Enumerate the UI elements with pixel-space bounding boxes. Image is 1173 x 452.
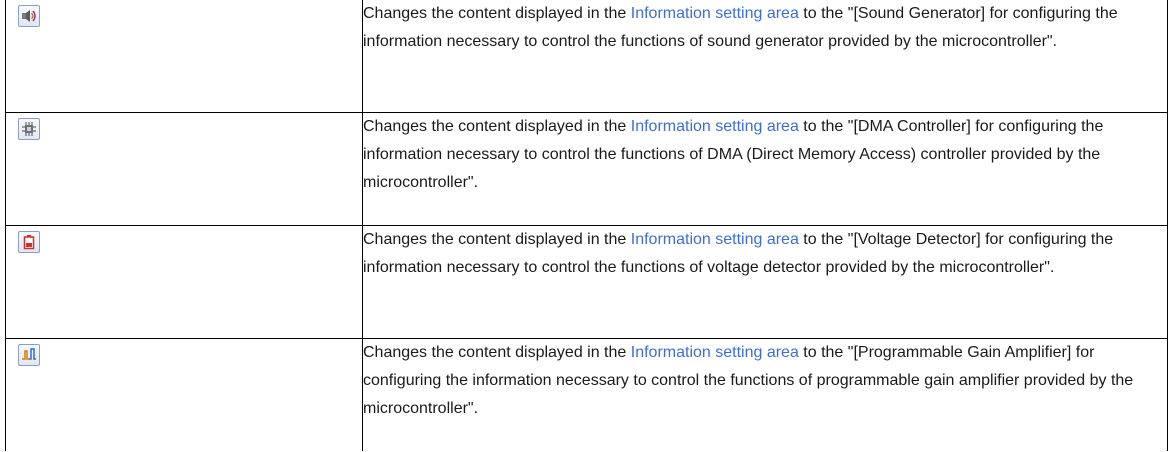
description-text: Changes the content displayed in the [363, 5, 631, 22]
sound-generator-icon[interactable] [18, 5, 40, 27]
table-row: Changes the content displayed in the Inf… [5, 338, 1168, 451]
description-text: Changes the content displayed in the [363, 231, 631, 248]
information-setting-area-link[interactable]: Information setting area [631, 5, 799, 22]
table-row: Changes the content displayed in the Inf… [5, 0, 1168, 113]
icon-cell [5, 112, 363, 226]
information-setting-area-link[interactable]: Information setting area [631, 344, 799, 361]
description-cell: Changes the content displayed in the Inf… [362, 338, 1168, 451]
description-cell: Changes the content displayed in the Inf… [362, 0, 1168, 113]
icon-cell [5, 225, 363, 339]
information-setting-area-link[interactable]: Information setting area [631, 231, 799, 248]
information-setting-area-link[interactable]: Information setting area [631, 118, 799, 135]
voltage-detector-icon[interactable] [18, 231, 40, 253]
description-cell: Changes the content displayed in the Inf… [362, 225, 1168, 339]
table-row: Changes the content displayed in the Inf… [5, 112, 1168, 226]
programmable-gain-amplifier-icon[interactable] [18, 344, 40, 366]
description-table: Changes the content displayed in the Inf… [5, 0, 1168, 451]
icon-cell [5, 0, 363, 113]
icon-cell [5, 338, 363, 451]
description-text: Changes the content displayed in the [363, 118, 631, 135]
dma-controller-icon[interactable] [18, 118, 40, 140]
description-text: Changes the content displayed in the [363, 344, 631, 361]
description-cell: Changes the content displayed in the Inf… [362, 112, 1168, 226]
table-row: Changes the content displayed in the Inf… [5, 225, 1168, 339]
